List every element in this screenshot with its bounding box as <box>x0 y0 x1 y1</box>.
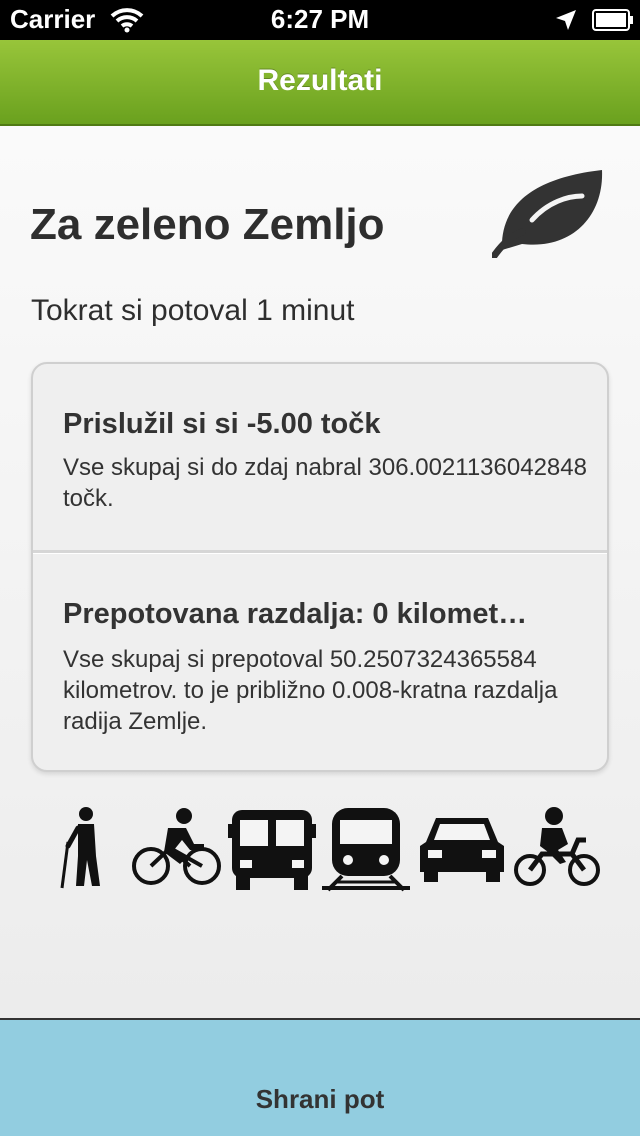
bus-icon <box>228 806 316 897</box>
points-body: Vse skupaj si do zdaj nabral 306.0021136… <box>63 454 587 512</box>
results-content: Za zeleno Zemljo Tokrat si potoval 1 min… <box>0 126 640 1018</box>
navigation-bar: Rezultati <box>0 40 640 126</box>
bicycle-icon <box>132 806 222 895</box>
location-arrow-icon <box>554 8 578 37</box>
distance-heading: Prepotovana razdalja: 0 kilomet… <box>63 598 528 630</box>
save-route-button[interactable]: Shrani pot <box>0 1018 640 1136</box>
train-icon <box>322 806 410 897</box>
nav-title: Rezultati <box>257 64 383 97</box>
battery-icon <box>592 9 634 36</box>
page-title: Za zeleno Zemljo <box>30 200 385 249</box>
walk-icon <box>56 806 112 895</box>
leaf-icon <box>490 166 608 263</box>
points-heading: Prislužil si si -5.00 točk <box>63 408 381 440</box>
distance-body: Vse skupaj si prepotoval 50.250732436558… <box>63 646 558 735</box>
transport-modes <box>52 806 612 896</box>
car-icon <box>418 806 506 895</box>
card-divider <box>33 550 607 554</box>
status-bar: Carrier 6:27 PM <box>0 0 640 40</box>
save-route-label: Shrani pot <box>255 1084 385 1114</box>
clock: 6:27 PM <box>270 4 370 34</box>
motorcycle-icon <box>512 806 602 895</box>
travel-time-text: Tokrat si potoval 1 minut <box>31 294 355 327</box>
results-card: Prislužil si si -5.00 točk Vse skupaj si… <box>31 362 609 772</box>
